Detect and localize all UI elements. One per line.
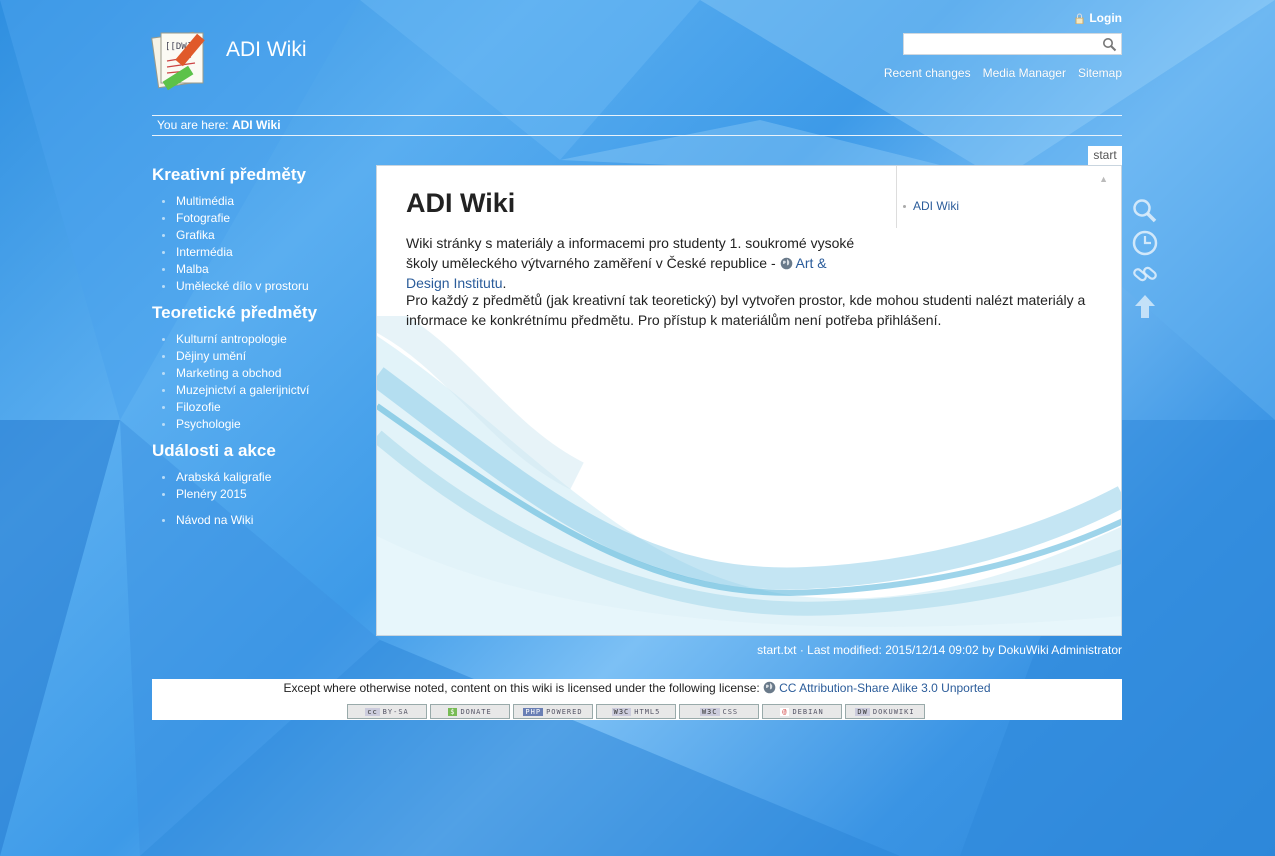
sidebar-item-navod[interactable]: Návod na Wiki [152, 512, 372, 529]
intro-paragraph: Wiki stránky s materiály a informacemi p… [406, 233, 866, 293]
debian-badge[interactable]: @ DEBIAN [762, 704, 842, 719]
recent-changes-link[interactable]: Recent changes [884, 66, 971, 80]
page-meta: start.txt · Last modified: 2015/12/14 09… [757, 643, 1122, 657]
footer: Except where otherwise noted, content on… [152, 679, 1122, 720]
header-divider [152, 115, 1122, 116]
search-icon[interactable] [1102, 37, 1117, 52]
toc-item-adi-wiki[interactable]: ADI Wiki [903, 199, 959, 213]
breadcrumb-divider [152, 135, 1122, 136]
arrow-up-icon[interactable] [1130, 292, 1160, 322]
sidebar-item-multimedia[interactable]: Multimédia [152, 193, 372, 210]
footer-badges: cc BY-SA $ DONATE PHP POWERED W3C HTML5 W3C C… [347, 704, 925, 719]
cc-by-sa-badge[interactable]: cc BY-SA [347, 704, 427, 719]
sidebar-item-filozofie[interactable]: Filozofie [152, 399, 372, 416]
media-manager-link[interactable]: Media Manager [983, 66, 1066, 80]
site-title[interactable]: ADI Wiki [226, 38, 307, 62]
sidebar-item-umelecke-dilo[interactable]: Umělecké dílo v prostoru [152, 278, 372, 295]
link-icon[interactable] [1130, 259, 1160, 289]
sidebar-item-marketing[interactable]: Marketing a obchod [152, 365, 372, 382]
login-link[interactable]: Login [1075, 11, 1122, 25]
sidebar-item-intermedia[interactable]: Intermédia [152, 244, 372, 261]
search-input[interactable] [907, 35, 1101, 55]
intro-end: . [502, 275, 507, 291]
clock-icon[interactable] [1130, 228, 1160, 258]
sidebar: Kreativní předměty Multimédia Fotografie… [152, 164, 372, 536]
sidebar-heading-udalosti: Události a akce [152, 441, 276, 460]
sidebar-item-fotografie[interactable]: Fotografie [152, 210, 372, 227]
globe-icon [780, 257, 792, 270]
page-content: ADI Wiki Wiki stránky s materiály a info… [376, 165, 1122, 636]
sidebar-item-psychologie[interactable]: Psychologie [152, 416, 372, 433]
dokuwiki-badge[interactable]: DW DOKUWIKI [845, 704, 925, 719]
sidebar-item-kulturni-antropologie[interactable]: Kulturní antropologie [152, 331, 372, 348]
w3c-html5-badge[interactable]: W3C HTML5 [596, 704, 676, 719]
license-notice: Except where otherwise noted, content on… [152, 681, 1122, 695]
toc-collapse-icon[interactable]: ▲ [1099, 174, 1108, 184]
lock-icon [1075, 13, 1084, 24]
license-link[interactable]: CC Attribution-Share Alike 3.0 Unported [779, 681, 990, 695]
sidebar-item-dejiny-umeni[interactable]: Dějiny umění [152, 348, 372, 365]
sidebar-item-grafika[interactable]: Grafika [152, 227, 372, 244]
php-powered-badge[interactable]: PHP POWERED [513, 704, 593, 719]
page-id-tab: start [1088, 146, 1122, 165]
site-tools-nav: Recent changes Media Manager Sitemap [884, 66, 1122, 80]
info-paragraph: Pro každý z předmětů (jak kreativní tak … [406, 292, 1086, 328]
sidebar-heading-teoreticke: Teoretické předměty [152, 303, 318, 322]
sidebar-item-muzejnictvi[interactable]: Muzejnictví a galerijnictví [152, 382, 372, 399]
search-box [903, 33, 1122, 55]
w3c-css-badge[interactable]: W3C CSS [679, 704, 759, 719]
license-text: Except where otherwise noted, content on… [283, 681, 764, 695]
dokuwiki-logo[interactable]: [[DW]] [151, 27, 217, 93]
sidebar-heading-kreativni: Kreativní předměty [152, 165, 306, 184]
sidebar-item-arabska-kaligrafie[interactable]: Arabská kaligrafie [152, 469, 372, 486]
page-title: ADI Wiki [406, 188, 516, 218]
table-of-contents: ▲ ADI Wiki [896, 166, 1121, 228]
cc-globe-icon [763, 681, 776, 694]
breadcrumb-prefix: You are here: [157, 118, 229, 132]
donate-badge[interactable]: $ DONATE [430, 704, 510, 719]
breadcrumb-current[interactable]: ADI Wiki [232, 118, 281, 132]
sidebar-item-plenery[interactable]: Plenéry 2015 [152, 486, 372, 503]
wave-background [377, 316, 1121, 635]
magnifier-icon[interactable] [1130, 196, 1160, 226]
login-label: Login [1089, 11, 1122, 25]
sidebar-item-malba[interactable]: Malba [152, 261, 372, 278]
breadcrumb: You are here: ADI Wiki [157, 118, 281, 132]
sitemap-link[interactable]: Sitemap [1078, 66, 1122, 80]
